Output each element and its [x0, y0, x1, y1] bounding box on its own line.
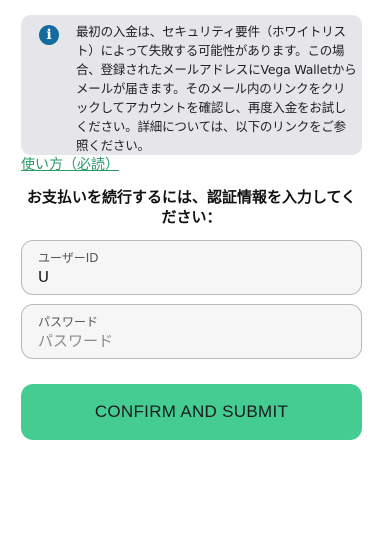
- payment-auth-page: i 最初の入金は、セキュリティ要件（ホワイトリスト）によって失敗する可能性があり…: [0, 0, 380, 539]
- whitelist-notice: i 最初の入金は、セキュリティ要件（ホワイトリスト）によって失敗する可能性があり…: [21, 15, 362, 155]
- user-id-label: ユーザーID: [38, 251, 99, 265]
- info-icon: i: [39, 25, 59, 45]
- confirm-submit-button[interactable]: CONFIRM AND SUBMIT: [21, 384, 362, 440]
- user-id-field[interactable]: ユーザーID: [21, 240, 362, 295]
- usage-guide-link[interactable]: 使い方（必読）: [21, 156, 119, 174]
- user-id-input[interactable]: [38, 267, 338, 287]
- password-label: パスワード: [38, 315, 99, 329]
- password-field[interactable]: パスワード: [21, 304, 362, 359]
- auth-heading: お支払いを続行するには、認証情報を入力してください：: [26, 188, 357, 226]
- password-input[interactable]: [38, 331, 338, 351]
- notice-text: 最初の入金は、セキュリティ要件（ホワイトリスト）によって失敗する可能性があります…: [76, 24, 357, 153]
